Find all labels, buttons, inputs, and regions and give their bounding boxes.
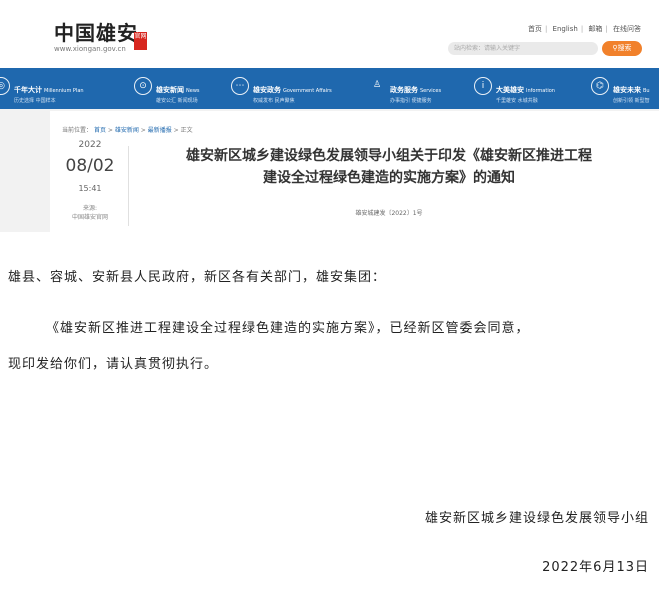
info-icon: i (474, 77, 492, 95)
person-icon: ♙ (372, 80, 382, 90)
breadcrumb-label: 当前位置： (62, 127, 93, 134)
recipients-line: 雄县、容城、安新县人民政府，新区各有关部门，雄安集团： (8, 270, 387, 285)
site-logo[interactable]: 中国雄安 官网 www.xiongan.gov.cn (54, 21, 147, 53)
breadcrumb-latest[interactable]: 最新播报 (148, 127, 172, 134)
nav-sublabel: 办事指引 便捷服务 (390, 98, 432, 104)
site-url: www.xiongan.gov.cn (54, 45, 126, 53)
breadcrumb: 当前位置： 首页 > 雄安新闻 > 最新播报 > 正文 (62, 127, 193, 134)
top-link-qa[interactable]: 在线问答 (613, 25, 641, 33)
source-label: 来源: (82, 205, 98, 212)
compass-icon: ⌬ (591, 77, 609, 95)
breadcrumb-home[interactable]: 首页 (94, 127, 106, 134)
nav-sublabel: 历史选择 中国样本 (14, 98, 56, 104)
nav-label-en: Bu (643, 88, 650, 94)
article-date-block: 2022 08/02 15:41 来源: 中国雄安官网 (50, 140, 130, 221)
logo-title: 中国雄安 (54, 21, 138, 45)
chat-icon: ⋯ (231, 77, 249, 95)
nav-sublabel: 权威发布 民声聚焦 (253, 98, 295, 104)
nav-label-en: Information (526, 88, 555, 94)
article-title-line2: 建设全过程绿色建造的实施方案》的通知 (263, 170, 515, 186)
search-input[interactable]: 站内检索：请输入关键字 (448, 42, 598, 55)
source-name: 中国雄安官网 (71, 214, 108, 221)
site-header: 中国雄安 官网 www.xiongan.gov.cn 首页 | English | … (0, 0, 659, 68)
nav-label-en: News (186, 88, 200, 94)
news-icon: ⊙ (134, 77, 152, 95)
website-screenshot: 中国雄安 官网 www.xiongan.gov.cn 首页 | English | … (0, 0, 659, 232)
search-button[interactable]: ⚲搜索 (602, 41, 642, 56)
article-year: 2022 (78, 140, 102, 150)
nav-sublabel: 雄安公汇 新闻现场 (156, 98, 198, 104)
nav-sublabel: 千里雄安 水城共融 (496, 98, 538, 104)
logo-seal: 官网 (134, 32, 147, 50)
nav-label: 雄安新闻 (156, 86, 184, 94)
nav-label: 千年大计 (14, 86, 42, 94)
nav-sublabel: 创新引领 新型智 (613, 98, 650, 104)
signature: 雄安新区城乡建设绿色发展领导小组 (424, 511, 649, 526)
nav-label: 政务服务 (390, 86, 418, 94)
nav-label: 雄安未来 (613, 86, 641, 94)
top-links: 首页 | English | 邮箱 | 在线问答 (527, 25, 641, 33)
top-link-english[interactable]: English (553, 25, 578, 33)
article-time: 15:41 (78, 184, 102, 193)
top-link-mail[interactable]: 邮箱 (588, 25, 602, 33)
search-button-label: 搜索 (617, 44, 632, 52)
breadcrumb-news[interactable]: 雄安新闻 (115, 127, 139, 134)
body-paragraph-line2: 现印发给你们，请认真贯彻执行。 (8, 357, 219, 372)
nav-label: 大美雄安 (496, 86, 524, 94)
article-title: 雄安新区城乡建设绿色发展领导小组关于印发《雄安新区推进工程 建设全过程绿色建造的… (150, 145, 628, 189)
article-date: 08/02 (65, 156, 115, 176)
nav-label-en: Government Affairs (283, 88, 332, 94)
globe-icon: ◎ (0, 77, 10, 95)
document-number: 雄安城建发〔2022〕1号 (355, 210, 423, 217)
signature-date: 2022年6月13日 (542, 560, 649, 575)
article-title-line1: 雄安新区城乡建设绿色发展领导小组关于印发《雄安新区推进工程 (186, 148, 592, 164)
nav-label-en: Services (420, 88, 442, 94)
body-paragraph-line1: 《雄安新区推进工程建设全过程绿色建造的实施方案》，已经新区管委会同意， (46, 321, 530, 336)
divider (128, 146, 129, 226)
main-nav: ◎ 千年大计 Millennium Plan 历史选择 中国样本 ⊙ 雄安新闻 Ne… (0, 68, 659, 109)
nav-label-en: Millennium Plan (44, 88, 84, 94)
nav-label: 雄安政务 (253, 86, 281, 94)
top-link-home[interactable]: 首页 (528, 25, 542, 33)
breadcrumb-current: 正文 (180, 127, 193, 134)
